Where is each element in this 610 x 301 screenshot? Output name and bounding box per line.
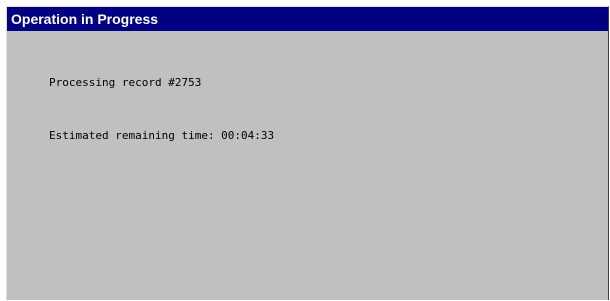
- remaining-time-text: Estimated remaining time: 00:04:33: [49, 129, 275, 142]
- progress-dialog: Operation in Progress Processing record …: [6, 6, 609, 300]
- processing-status-text: Processing record #2753: [49, 76, 202, 89]
- dialog-titlebar[interactable]: Operation in Progress: [7, 7, 608, 31]
- dialog-title: Operation in Progress: [11, 11, 159, 27]
- dialog-body: Processing record #2753 Estimated remain…: [7, 31, 608, 301]
